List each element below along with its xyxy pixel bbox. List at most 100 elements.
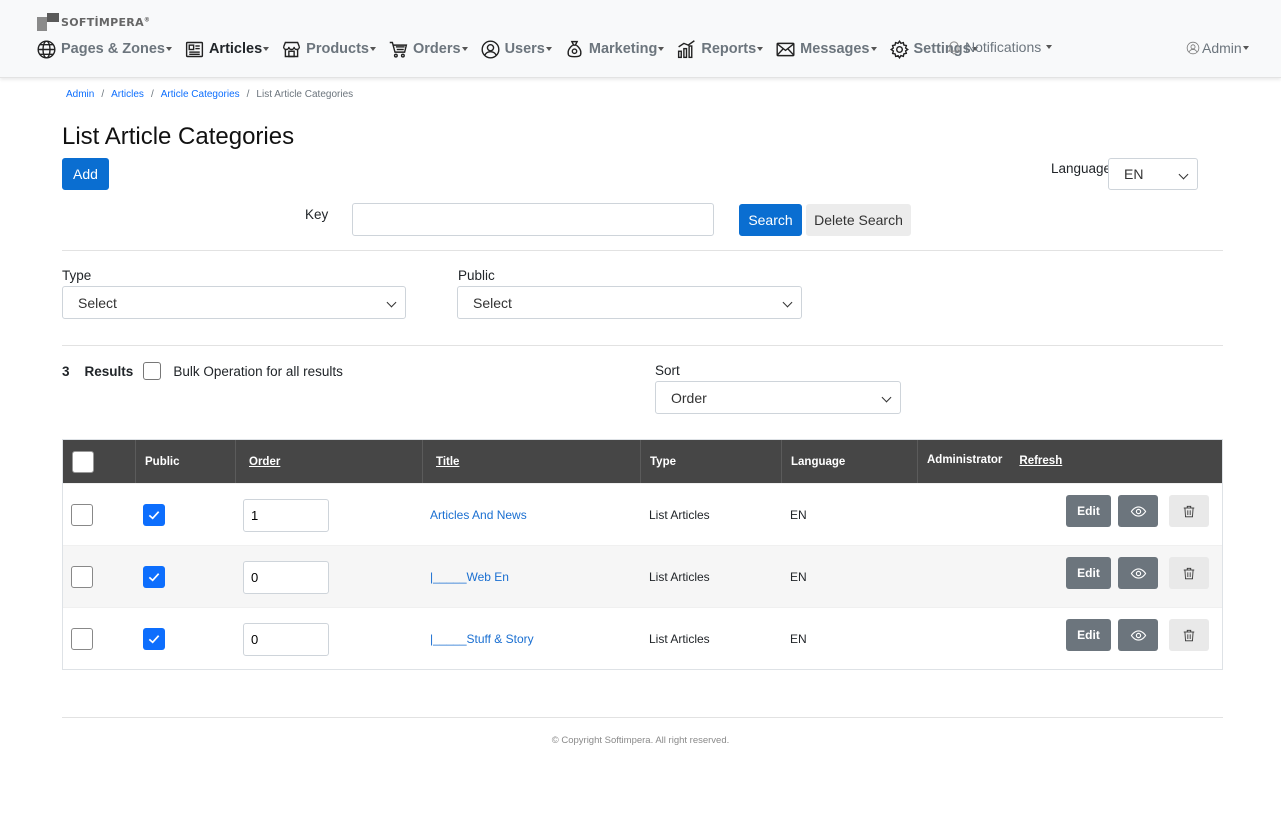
category-title-link[interactable]: |_____Stuff & Story: [430, 632, 534, 646]
chart-icon: [678, 39, 696, 58]
admin-user-dropdown[interactable]: Admin: [1186, 40, 1249, 56]
nav-item-messages[interactable]: Messages: [775, 39, 877, 60]
nav-label: Users: [504, 41, 545, 57]
nav-label: Messages: [800, 41, 870, 57]
type-filter-select[interactable]: Select: [62, 286, 406, 319]
category-title-link[interactable]: Articles And News: [430, 508, 527, 522]
breadcrumb-articles[interactable]: Articles: [111, 89, 144, 100]
envelope-icon: [776, 42, 795, 56]
delete-button[interactable]: [1169, 495, 1209, 527]
public-checkbox-checked[interactable]: [143, 628, 165, 650]
bulk-operation-label: Bulk Operation for all results: [173, 363, 343, 379]
refresh-link[interactable]: Refresh: [1019, 455, 1062, 467]
add-button[interactable]: Add: [62, 158, 109, 190]
col-language: Language: [781, 440, 918, 483]
public-filter-value: Select: [473, 294, 512, 311]
category-title-link[interactable]: |_____Web En: [430, 570, 509, 584]
caret-down-icon: [658, 47, 665, 51]
breadcrumb-current: List Article Categories: [256, 89, 354, 100]
caret-down-icon: [165, 47, 172, 51]
language-label: Language: [1051, 161, 1112, 176]
col-administrator: Administrator: [927, 454, 1003, 466]
caret-down-icon: [370, 47, 376, 51]
user-circle-icon: [481, 39, 500, 59]
notifications-dropdown[interactable]: Notifications: [946, 38, 1053, 55]
select-all-checkbox[interactable]: [72, 450, 94, 473]
main-menu: Pages & Zones Articles Products Orders U…: [36, 36, 990, 62]
article-icon: [185, 41, 204, 57]
key-search-input[interactable]: [352, 203, 714, 236]
search-button[interactable]: Search: [739, 204, 802, 236]
public-filter-select[interactable]: Select: [457, 286, 802, 319]
page-title: List Article Categories: [62, 123, 295, 150]
order-input[interactable]: [243, 498, 329, 532]
nav-item-reports[interactable]: Reports: [676, 39, 764, 60]
delete-button[interactable]: [1169, 557, 1209, 589]
chevron-down-icon: [881, 392, 892, 403]
category-type: List Articles: [649, 570, 710, 584]
results-count: 3: [62, 363, 70, 379]
nav-item-orders[interactable]: Orders: [388, 39, 468, 60]
eye-icon: [1130, 567, 1146, 579]
col-title-sort-link[interactable]: Title: [436, 456, 459, 468]
type-filter-label: Type: [62, 268, 92, 283]
footer-divider: [62, 717, 1223, 718]
view-button[interactable]: [1118, 619, 1158, 651]
sort-label: Sort: [655, 363, 680, 378]
public-checkbox-checked[interactable]: [143, 504, 165, 526]
view-button[interactable]: [1118, 495, 1158, 527]
caret-down-icon: [263, 47, 270, 51]
edit-button[interactable]: Edit: [1066, 557, 1111, 589]
breadcrumb-admin[interactable]: Admin: [66, 89, 94, 100]
divider: [62, 250, 1223, 251]
row-select-checkbox[interactable]: [71, 566, 93, 588]
order-input[interactable]: [243, 560, 329, 594]
edit-button[interactable]: Edit: [1066, 619, 1111, 651]
brand-registered-mark: ®: [143, 15, 151, 23]
language-select-value: EN: [1124, 166, 1144, 182]
nav-item-users[interactable]: Users: [480, 39, 552, 60]
chevron-down-icon: [1178, 169, 1189, 180]
bulk-operation-checkbox[interactable]: [143, 362, 162, 380]
divider: [62, 345, 1223, 346]
copyright-text: © Copyright Softimpera. All right reserv…: [551, 735, 730, 746]
nav-label: Marketing: [588, 41, 658, 57]
category-language: EN: [790, 570, 807, 584]
col-type: Type: [640, 440, 781, 483]
order-input[interactable]: [243, 622, 329, 656]
category-type: List Articles: [649, 632, 710, 646]
brand-name: SOFTİMPERA: [61, 15, 144, 29]
cart-icon: [389, 41, 408, 58]
caret-down-icon: [870, 47, 877, 51]
col-public: Public: [135, 440, 235, 483]
nav-item-pages-zones[interactable]: Pages & Zones: [36, 39, 172, 60]
trash-icon: [1183, 567, 1195, 579]
nav-item-articles[interactable]: Articles: [184, 39, 270, 60]
breadcrumb-article-categories[interactable]: Article Categories: [161, 89, 240, 100]
eye-icon: [1130, 505, 1146, 517]
language-select[interactable]: EN: [1108, 158, 1198, 190]
sort-select[interactable]: Order: [655, 381, 901, 414]
public-checkbox-checked[interactable]: [143, 566, 165, 588]
brand-logo[interactable]: SOFTİMPERA®: [37, 12, 150, 32]
row-select-checkbox[interactable]: [71, 504, 93, 526]
article-categories-table: Public Order Title Type Language Adminis…: [62, 439, 1223, 670]
nav-item-marketing[interactable]: Marketing: [564, 39, 665, 60]
type-filter-value: Select: [78, 294, 117, 311]
nav-item-products[interactable]: Products: [281, 39, 376, 60]
col-order-sort-link[interactable]: Order: [249, 456, 280, 468]
category-language: EN: [790, 632, 807, 646]
chevron-down-icon: [386, 297, 397, 308]
view-button[interactable]: [1118, 557, 1158, 589]
edit-button[interactable]: Edit: [1066, 495, 1111, 527]
caret-down-icon: [1046, 44, 1053, 49]
gear-icon: [889, 39, 909, 59]
caret-down-icon: [461, 47, 468, 51]
delete-search-button[interactable]: Delete Search: [806, 204, 911, 236]
bell-icon: [947, 41, 961, 55]
sort-select-value: Order: [671, 389, 707, 406]
delete-button[interactable]: [1169, 619, 1209, 651]
eye-icon: [1130, 629, 1146, 641]
nav-label: Reports: [701, 41, 757, 57]
row-select-checkbox[interactable]: [71, 628, 93, 650]
